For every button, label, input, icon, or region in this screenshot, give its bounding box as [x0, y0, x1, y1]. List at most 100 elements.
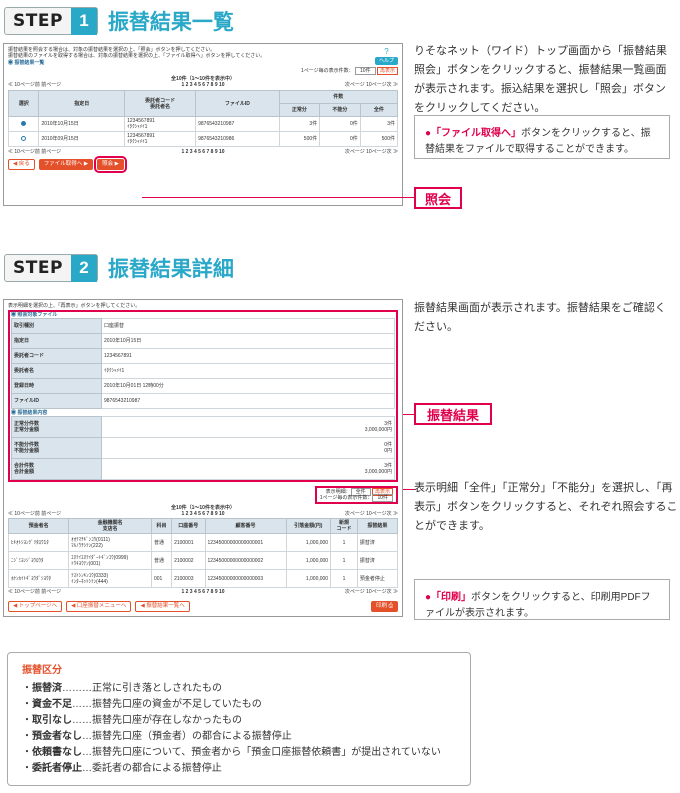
col-fileid: ファイルID [195, 90, 280, 117]
table-row: 正常分件数 正常分金額 3件 3,000,000円 [11, 416, 395, 438]
top-page-label: トップページへ [18, 603, 58, 610]
top-page-button[interactable]: ◀ トップページへ [8, 601, 63, 612]
page-numbers-bottom[interactable]: 1 2 3 4 5 6 7 8 9 10 [181, 149, 224, 155]
row-result: 振替済 [356, 533, 399, 552]
prev-link[interactable]: 前ページ [41, 82, 61, 88]
col-kamoku: 科目 [150, 518, 173, 534]
next-link[interactable]: 次ページ [345, 82, 365, 88]
prev10-link[interactable]: ≪ 10ページ前 [8, 511, 40, 517]
table-row: 合計件数 合計金額 3件 3,000,000円 [11, 458, 395, 480]
row-amount: 1,000,000 [285, 569, 332, 588]
legend-key: 預金者なし [32, 731, 82, 742]
info-value: 1234567891 [101, 348, 395, 364]
step1-title: 振替結果一覧 [107, 10, 234, 34]
prev-link-bottom[interactable]: 前ページ [41, 589, 61, 595]
legend-title: 振替区分 [22, 665, 62, 676]
next10-link[interactable]: 10ページ次 ≫ [366, 511, 398, 517]
row-account: 2100001 [171, 533, 206, 552]
col-all: 全件 [359, 103, 399, 117]
step2-section1-title: 照会対象ファイル [17, 312, 58, 318]
section-marker-icon: ◉ [8, 60, 14, 66]
step2-description: 振替結果画面が表示されます。振替結果をご確認ください。 [414, 302, 666, 333]
inquiry-callout: 照会 [414, 187, 462, 209]
help-button[interactable]: ヘルプ [374, 56, 398, 65]
row-branch: ｲﾝﾀｰﾈｯﾄｼﾃﾝ(444) [71, 578, 108, 585]
next10-link-bottom[interactable]: 10ページ次 ≫ [366, 149, 398, 155]
file-info-table: 取引種別 口座振替 指定日 2010年10月15日 委託者コード 1234567891… [11, 318, 395, 409]
row-name: ｲﾀｸｼｬﾒｲ1 [127, 124, 148, 130]
step2-instruction: 表示明細を選択の上、「再表示」ボタンを押してください。 [8, 303, 141, 309]
result-highlight-box: ◉ 照会対象ファイル 取引種別 口座振替 指定日 2010年10月15日 委託者コー… [8, 310, 398, 482]
table-row: 2010年10月15日 1234567891 ｲﾀｸｼｬﾒｲ1 987654321… [7, 116, 399, 132]
step2-description-2: 表示明細「全件」「正常分」「不能分」を選択し、「再表示」ボタンをクリックすると、… [414, 482, 678, 532]
back-button[interactable]: ◀ 戻る [8, 159, 35, 170]
inquiry-label: 照会 [102, 161, 114, 168]
next10-link[interactable]: 10ページ次 ≫ [366, 82, 398, 88]
legend-key: 取引なし [32, 715, 72, 726]
step2-section2-title: 振替結果内容 [17, 410, 48, 416]
step2-screen: 表示明細を選択の上、「再表示」ボタンを押してください。 ◉ 照会対象ファイル 取… [3, 299, 403, 617]
row-name: ｲﾀｸｼｬﾒｲ1 [127, 139, 148, 145]
col-date: 指定日 [38, 90, 126, 117]
legend-sep: … [82, 731, 92, 742]
file-download-label: ファイル取得へ [43, 161, 83, 168]
step1-section-title: 振替結果一覧 [14, 60, 45, 66]
legend-sep: …… [72, 699, 92, 710]
next-link-bottom[interactable]: 次ページ [345, 149, 365, 155]
summary-key: 正常分金額 [14, 427, 40, 433]
redisplay-button[interactable]: 再表示 [376, 67, 398, 75]
section-marker-icon: ◉ [11, 312, 17, 318]
row-kamoku: 普通 [150, 551, 173, 570]
row-date: 2010年09月15日 [38, 131, 126, 147]
next-link[interactable]: 次ページ [345, 511, 365, 517]
legend-sep: … [82, 763, 92, 774]
summary-value: 0円 [384, 448, 392, 454]
chevron-left-icon: ◀ [13, 161, 18, 168]
perpage-select[interactable]: 10件 [355, 67, 376, 75]
legend-item: ・資金不足……振替先口座の資金が不足していたもの [22, 699, 262, 710]
next-link-bottom[interactable]: 次ページ [345, 589, 365, 595]
print-button[interactable]: 印刷 ⎙ [371, 601, 398, 612]
prev-link[interactable]: 前ページ [41, 511, 61, 517]
prev10-link[interactable]: ≪ 10ページ前 [8, 82, 40, 88]
prev10-link-bottom[interactable]: ≪ 10ページ前 [8, 589, 40, 595]
col-ng: 不能分 [319, 103, 361, 117]
table-row: ﾆｼﾞﾐﾖﾝｼﾞﾖｳﾛｳﾀ ｴﾇﾃｲｴﾇﾃｲﾀﾞｰﾄｷﾞﾝｺｳ(0999) ﾄｳｷ… [7, 551, 399, 570]
perpage-label: 1ページ毎の表示件数： [300, 68, 354, 74]
prev10-link-bottom[interactable]: ≪ 10ページ前 [8, 149, 40, 155]
legend-item: ・取引なし……振替先口座が存在しなかったもの [22, 715, 242, 726]
inquiry-button[interactable]: 照会 ▶ [94, 156, 127, 173]
chevron-left-icon: ◀ [71, 603, 76, 610]
row-branch: ﾏﾙﾉｳﾁｼﾃﾝ(222) [71, 542, 103, 549]
step2-note: ●「印刷」ボタンをクリックすると、印刷用PDFファイルが表示されます。 [414, 579, 670, 620]
step1-screen: 振替結果を照会する場合は、対象の振替結果を選択の上、「照会」ボタンを押してくださ… [3, 43, 403, 206]
row-branch: ﾄｳｷﾖｳﾃﾝ(001) [71, 560, 101, 567]
perpage-select[interactable]: 10件 [372, 494, 393, 502]
page-numbers-bottom[interactable]: 1 2 3 4 5 6 7 8 9 10 [181, 589, 224, 595]
next10-link-bottom[interactable]: 10ページ次 ≫ [366, 589, 398, 595]
step1-instruction-2: 振替結果のファイルを取得する場合は、対象の振替結果を選択の上、「ファイル取得へ」… [8, 53, 266, 59]
table-row: 委託者名 ｲﾀｸｼｬﾒｲ1 [11, 363, 395, 379]
summary-key: 合計金額 [14, 469, 35, 475]
row-customer: 12345000000000000001 [204, 533, 287, 552]
select-radio[interactable] [21, 120, 27, 126]
legend-item: ・預金者なし…振替先口座（預金者）の都合による振替停止 [22, 731, 292, 742]
info-key: 取引種別 [11, 318, 102, 334]
callout-line [142, 197, 414, 198]
page-numbers[interactable]: 1 2 3 4 5 6 7 8 9 10 [181, 82, 224, 88]
info-key: 指定日 [11, 333, 102, 349]
step1-note-keyword: 「ファイル取得へ」 [431, 128, 522, 139]
prev-link-bottom[interactable]: 前ページ [41, 149, 61, 155]
transfer-menu-button[interactable]: ◀ 口座振替メニューへ [66, 601, 132, 612]
result-list-button[interactable]: ◀ 振替結果一覧へ [135, 601, 190, 612]
detail-table: 預金者名 金融機関名 支店名 科目 口座番号 顧客番号 引落金額(円) 新規 コ… [7, 518, 399, 588]
legend-value: 振替先口座の資金が不足していたもの [92, 699, 262, 710]
chevron-right-icon: ▶ [83, 161, 89, 168]
legend-value: 委託者の都合による振替停止 [92, 763, 222, 774]
file-download-button[interactable]: ファイル取得へ ▶ [38, 159, 94, 170]
select-radio[interactable] [21, 135, 27, 141]
row-name: ﾎｹﾝｶｲﾄｷﾞﾖｳﾀﾞｼﾖｳﾀ [7, 569, 70, 588]
page-numbers[interactable]: 1 2 3 4 5 6 7 8 9 10 [181, 511, 224, 517]
printer-icon: ⎙ [388, 603, 393, 610]
legend-value: 振替先口座（預金者）の都合による振替停止 [92, 731, 292, 742]
